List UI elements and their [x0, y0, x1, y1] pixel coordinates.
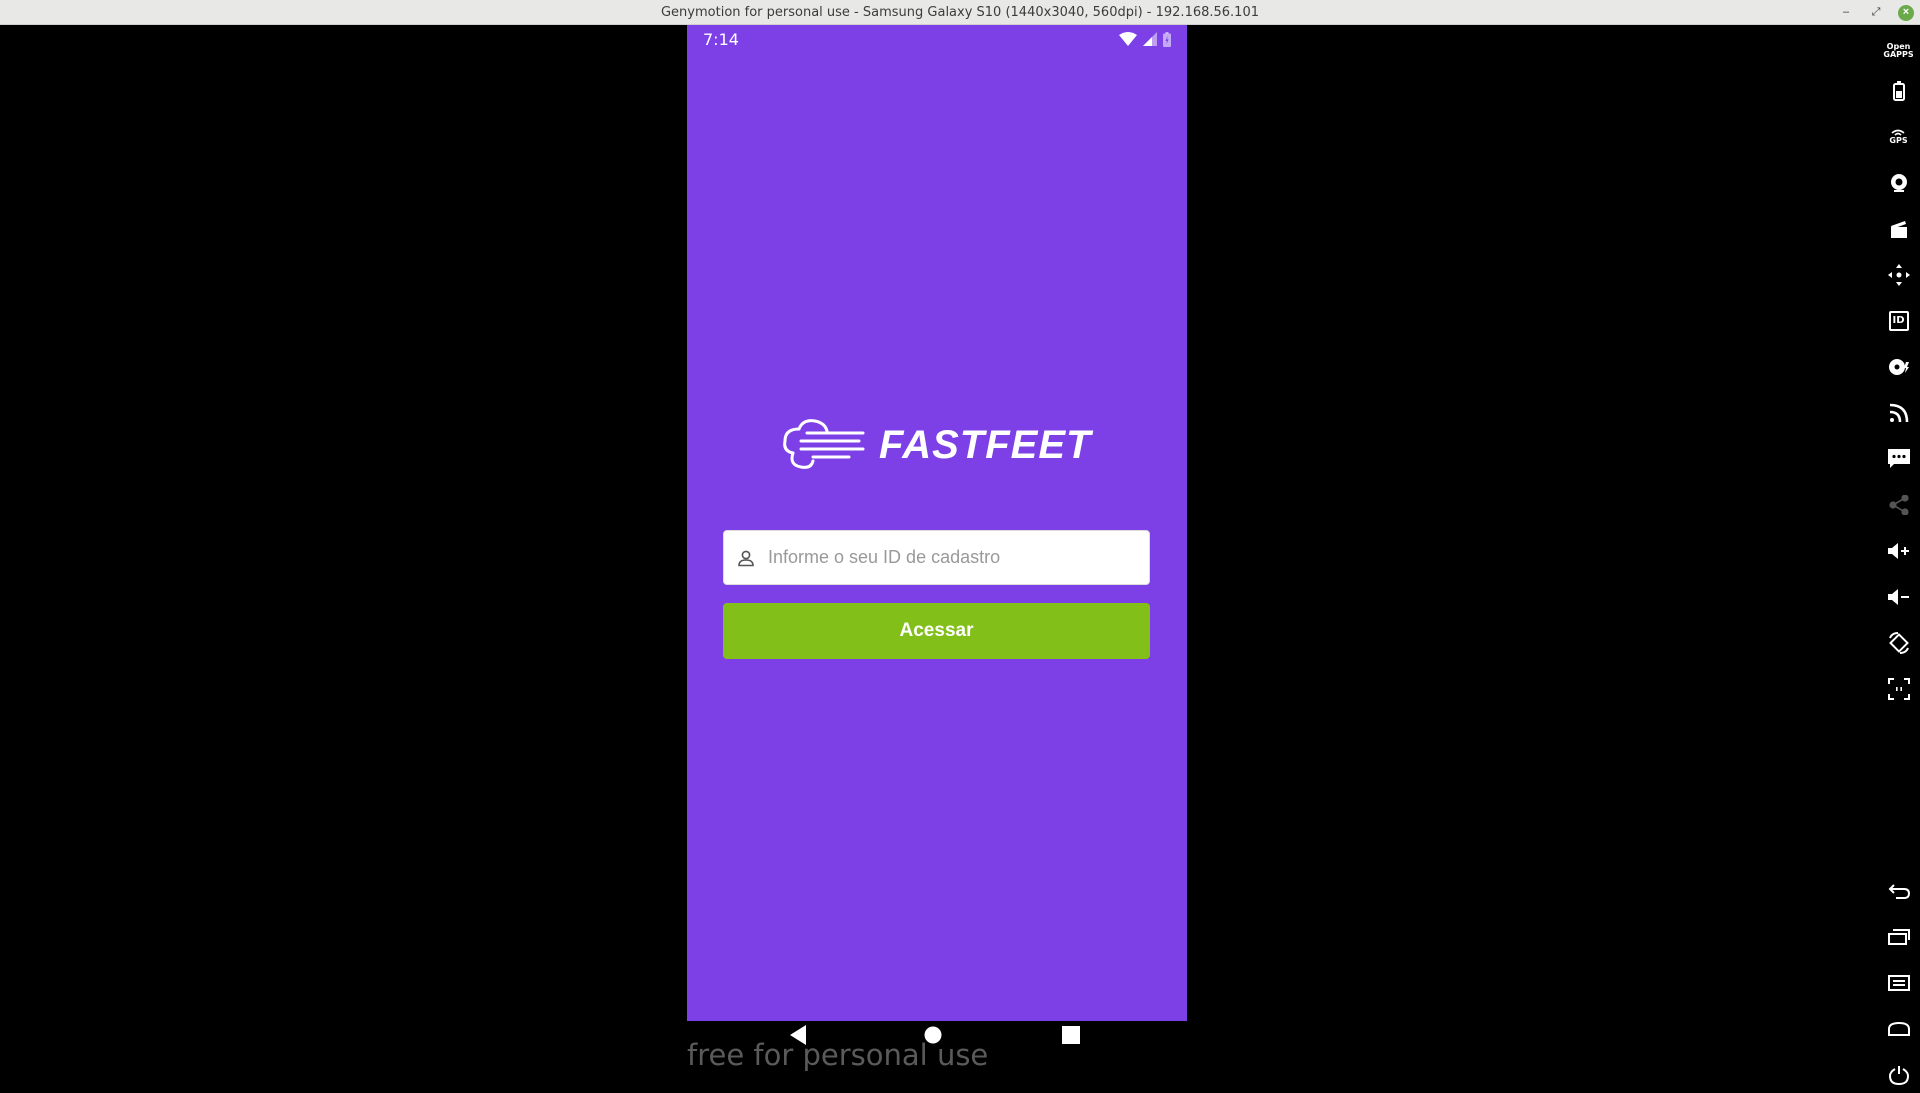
- phone-screen: 7:14 FASTFEET Acessar: [687, 25, 1187, 1021]
- open-gapps-label: Open GAPPS: [1883, 42, 1914, 59]
- open-gapps-icon[interactable]: Open GAPPS: [1877, 33, 1920, 69]
- battery-status-icon: [1163, 31, 1171, 47]
- volume-up-icon[interactable]: [1877, 533, 1920, 569]
- power-icon[interactable]: [1877, 1057, 1920, 1093]
- sms-icon[interactable]: [1877, 441, 1920, 477]
- watermark-text: free for personal use: [687, 1038, 989, 1072]
- back-icon[interactable]: [1877, 873, 1920, 909]
- recent-apps-icon[interactable]: [1877, 919, 1920, 955]
- menu-icon[interactable]: [1877, 965, 1920, 1001]
- status-icons: [1119, 31, 1171, 47]
- share-icon[interactable]: [1877, 487, 1920, 523]
- gps-icon[interactable]: GPS: [1877, 119, 1920, 155]
- move-icon[interactable]: [1877, 257, 1920, 293]
- close-button[interactable]: ×: [1898, 4, 1914, 21]
- window-controls: – ⤢ ×: [1838, 0, 1914, 25]
- device-id-icon[interactable]: ID: [1877, 303, 1920, 339]
- wifi-icon: [1119, 32, 1137, 46]
- cloud-wind-icon: [783, 419, 865, 469]
- webcam-icon[interactable]: [1877, 165, 1920, 201]
- maximize-button[interactable]: ⤢: [1868, 5, 1884, 21]
- login-button[interactable]: Acessar: [723, 603, 1150, 659]
- rotate-icon[interactable]: [1877, 625, 1920, 661]
- battery-icon[interactable]: [1877, 73, 1920, 109]
- network-icon[interactable]: [1877, 395, 1920, 431]
- logo-text: FASTFEET: [879, 422, 1092, 467]
- genymotion-toolbar: Open GAPPS GPS ID: [1877, 25, 1920, 1085]
- gps-label: GPS: [1889, 136, 1908, 145]
- volume-down-icon[interactable]: [1877, 579, 1920, 615]
- pixel-perfect-icon[interactable]: [1877, 671, 1920, 707]
- nav-recents-icon[interactable]: [1059, 1023, 1083, 1047]
- window-title: Genymotion for personal use - Samsung Ga…: [660, 4, 1259, 20]
- disk-icon[interactable]: [1877, 349, 1920, 385]
- id-label: ID: [1892, 315, 1905, 326]
- fastfeet-logo: FASTFEET: [779, 415, 1099, 475]
- status-bar: 7:14: [687, 25, 1187, 53]
- status-time: 7:14: [703, 29, 739, 49]
- window-titlebar: Genymotion for personal use - Samsung Ga…: [0, 0, 1920, 25]
- media-icon[interactable]: [1877, 211, 1920, 247]
- id-input[interactable]: [768, 531, 1149, 584]
- signal-icon: [1143, 32, 1157, 46]
- id-input-container[interactable]: [723, 530, 1150, 585]
- minimize-button[interactable]: –: [1838, 5, 1854, 21]
- user-icon: [724, 530, 768, 585]
- home-icon[interactable]: [1877, 1011, 1920, 1047]
